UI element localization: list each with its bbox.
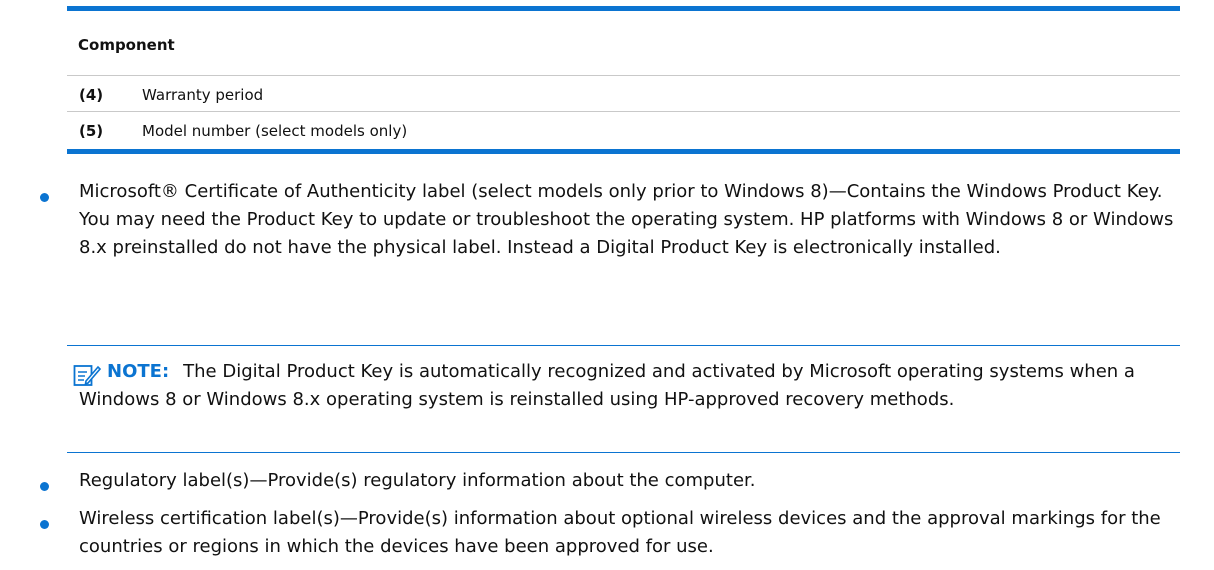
bullet-dot-icon — [40, 520, 49, 529]
table-row-text: Warranty period — [142, 86, 264, 104]
table-row-number: (4) — [79, 86, 104, 104]
list-item-text: Wireless certification label(s)—Provide(… — [79, 508, 1161, 557]
table-row: (5) Model number (select models only) — [67, 112, 1180, 149]
note-label: NOTE: — [107, 361, 170, 382]
note-bottom-rule — [67, 452, 1180, 453]
note-text: The Digital Product Key is automatically… — [79, 361, 1135, 410]
list-item-text: Regulatory label(s)—Provide(s) regulator… — [79, 470, 756, 491]
bullet-dot-icon — [40, 193, 49, 202]
component-table: Component (4) Warranty period (5) Model … — [67, 6, 1180, 154]
list-item-text: Microsoft® Certificate of Authenticity l… — [79, 181, 1174, 258]
table-header-label: Component — [78, 36, 175, 54]
table-row: (4) Warranty period — [67, 76, 1180, 112]
table-row-text: Model number (select models only) — [142, 122, 408, 140]
table-row-number: (5) — [79, 122, 104, 140]
bullet-dot-icon — [40, 482, 49, 491]
note-top-rule — [67, 345, 1180, 346]
table-header: Component — [67, 11, 1180, 76]
note-block: NOTE: The Digital Product Key is automati… — [79, 358, 1189, 414]
document-page: Component (4) Warranty period (5) Model … — [0, 0, 1214, 570]
